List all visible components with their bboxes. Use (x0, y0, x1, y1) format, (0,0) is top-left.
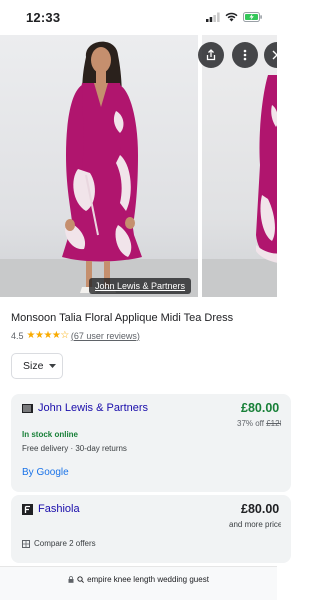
star-rating-icon: ★★★★☆ (26, 330, 70, 341)
rating-value: 4.5 (11, 330, 24, 341)
share-button[interactable] (198, 42, 224, 68)
status-icons (206, 12, 263, 22)
status-bar: 12:33 (0, 0, 277, 34)
delivery-info: Free delivery · 30-day returns (22, 444, 127, 453)
more-prices: and more prices (229, 520, 281, 529)
dropdown-arrow-icon (49, 364, 57, 368)
offer-card[interactable]: John Lewis & Partners £80.00 37% off £12… (11, 394, 291, 492)
lock-icon (68, 576, 74, 583)
search-query-text: empire knee length wedding guest (87, 575, 209, 584)
reviews-link[interactable]: (67 user reviews) (71, 331, 140, 341)
offer-card[interactable]: Fashiola £80.00 and more prices Compare … (11, 495, 291, 563)
merchant-link[interactable]: John Lewis & Partners (22, 402, 148, 414)
share-icon (206, 49, 216, 61)
stock-status: In stock online (22, 430, 79, 439)
john-lewis-logo-icon (22, 403, 33, 413)
price-block: £80.00 and more prices (191, 502, 281, 529)
bottom-search-bar[interactable]: empire knee length wedding guest (0, 566, 277, 600)
offer-price: £80.00 (241, 502, 280, 516)
compare-label: Compare 2 offers (34, 539, 96, 548)
merchant-name: John Lewis & Partners (38, 402, 149, 414)
dress-illustration (0, 41, 198, 297)
compare-offers[interactable]: Compare 2 offers (22, 539, 96, 548)
image-source-label[interactable]: John Lewis & Partners (89, 278, 192, 294)
more-vert-icon (243, 49, 247, 61)
signal-icon (206, 12, 220, 22)
wifi-icon (225, 12, 238, 22)
product-image-next[interactable] (202, 35, 277, 297)
search-query[interactable]: empire knee length wedding guest (68, 575, 209, 584)
compare-icon (22, 539, 30, 548)
search-icon (77, 576, 84, 583)
more-options-button[interactable] (232, 42, 258, 68)
price-block: £80.00 37% off £128 (191, 401, 281, 428)
offer-price: £80.00 (241, 401, 280, 415)
status-time: 12:33 (26, 9, 61, 25)
dress-illustration-partial (202, 75, 277, 297)
battery-charging-icon (243, 12, 262, 22)
product-rating: 4.5 ★★★★☆ (67 user reviews) (11, 330, 140, 341)
merchant-name: Fashiola (38, 503, 80, 515)
product-title: Monsoon Talia Floral Applique Midi Tea D… (11, 312, 234, 324)
discount-percent: 37% off (237, 419, 264, 428)
merchant-link[interactable]: Fashiola (22, 503, 80, 515)
product-image-main[interactable] (0, 35, 198, 297)
size-dropdown[interactable]: Size (11, 353, 63, 379)
old-price: £128 (266, 419, 281, 428)
size-label: Size (23, 360, 44, 372)
discount-info: 37% off £128 (191, 419, 281, 428)
by-google-link[interactable]: By Google (22, 467, 69, 478)
close-icon (272, 50, 277, 60)
fashiola-logo-icon (22, 503, 33, 515)
image-carousel[interactable]: John Lewis & Partners (0, 35, 277, 297)
